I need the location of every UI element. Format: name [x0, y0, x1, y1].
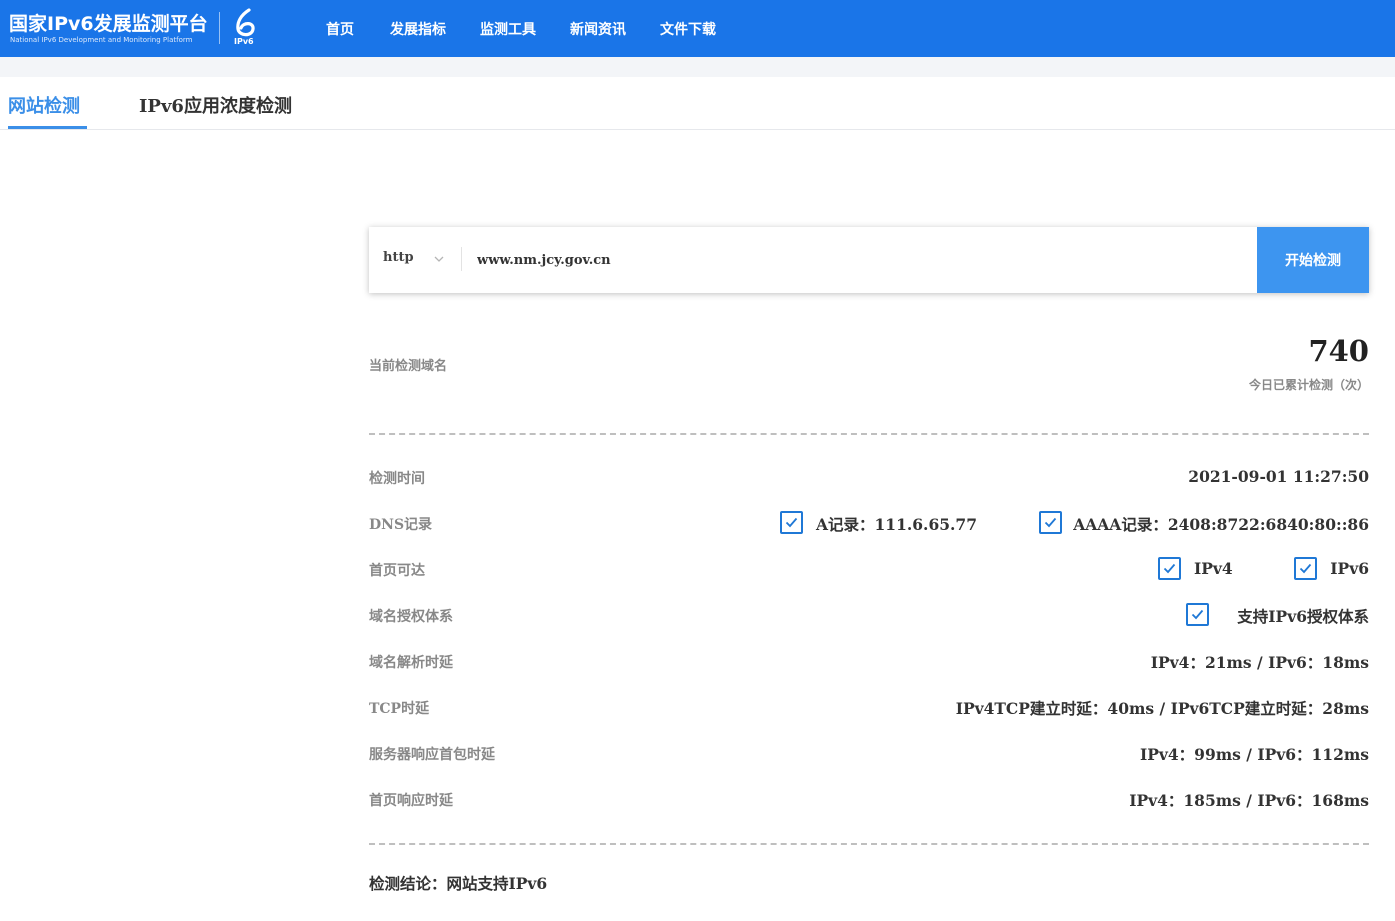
tab-ipv6-app-concentration[interactable]: IPv6应用浓度检测 [139, 92, 292, 118]
result-label: 首页可达 [369, 563, 425, 579]
current-domain-label: 当前检测域名 [369, 359, 448, 374]
result-label: 域名授权体系 [369, 609, 453, 625]
result-label: DNS记录 [369, 517, 433, 533]
check-icon [780, 511, 803, 534]
nav-tools[interactable]: 监测工具 [480, 19, 536, 39]
result-row-dns: DNS记录 A记录：111.6.65.77 AAAA记录：2408:8722:6… [369, 511, 1369, 537]
today-check-count: 740 [1308, 334, 1369, 368]
today-check-count-label: 今日已累计检测（次） [1248, 378, 1369, 392]
start-check-button[interactable]: 开始检测 [1257, 227, 1369, 293]
check-icon [1294, 557, 1317, 580]
search-divider [461, 247, 462, 271]
search-panel: http 开始检测 [369, 227, 1369, 293]
nav-home[interactable]: 首页 [326, 19, 354, 39]
top-navigation-bar: 国家IPv6发展监测平台 National IPv6 Development a… [0, 0, 1395, 57]
result-row-tcp-delay: TCP时延 IPv4TCP建立时延：40ms / IPv6TCP建立时延：28m… [369, 695, 1369, 721]
result-row-auth: 域名授权体系 支持IPv6授权体系 [369, 603, 1369, 629]
tab-website-check[interactable]: 网站检测 [8, 92, 80, 118]
check-icon [1039, 511, 1062, 534]
auth-value: 支持IPv6授权体系 [1237, 607, 1369, 626]
nav-news[interactable]: 新闻资讯 [570, 19, 626, 39]
tool-tabs: 网站检测 IPv6应用浓度检测 [0, 77, 1395, 130]
protocol-select[interactable]: http [383, 250, 414, 265]
result-label: 首页响应时延 [369, 793, 453, 809]
chevron-down-icon[interactable] [433, 254, 445, 264]
active-tab-indicator [8, 126, 87, 129]
reachable-ipv6: IPv6 [1330, 559, 1369, 578]
ipv6-logo-text: IPv6 [234, 37, 254, 46]
dns-a-record: A记录：111.6.65.77 [816, 515, 977, 534]
result-row-first-packet: 服务器响应首包时延 IPv4：99ms / IPv6：112ms [369, 741, 1369, 767]
logo-divider [219, 12, 220, 44]
result-label: 检测时间 [369, 471, 425, 487]
nav-indicators[interactable]: 发展指标 [390, 19, 446, 39]
result-value: IPv4：21ms / IPv6：18ms [1150, 653, 1369, 672]
result-value: IPv4：99ms / IPv6：112ms [1139, 745, 1369, 764]
site-logo-title[interactable]: 国家IPv6发展监测平台 [9, 9, 208, 36]
check-icon [1186, 603, 1209, 626]
dashed-divider-top [369, 433, 1369, 435]
site-logo-subtitle: National IPv6 Development and Monitoring… [10, 36, 193, 44]
result-label: 域名解析时延 [369, 655, 453, 671]
result-value: IPv4TCP建立时延：40ms / IPv6TCP建立时延：28ms [955, 699, 1369, 718]
result-label: TCP时延 [369, 701, 430, 717]
reachable-ipv4: IPv4 [1194, 559, 1233, 578]
result-row-page-delay: 首页响应时延 IPv4：185ms / IPv6：168ms [369, 787, 1369, 813]
result-value: IPv4：185ms / IPv6：168ms [1129, 791, 1369, 810]
dns-aaaa-record: AAAA记录：2408:8722:6840:80::86 [1073, 515, 1369, 534]
header-gap [0, 57, 1395, 77]
result-row-dns-delay: 域名解析时延 IPv4：21ms / IPv6：18ms [369, 649, 1369, 675]
check-icon [1158, 557, 1181, 580]
dashed-divider-bottom [369, 843, 1369, 845]
url-input[interactable] [477, 245, 1237, 275]
result-value: 2021-09-01 11:27:50 [1188, 467, 1369, 486]
nav-downloads[interactable]: 文件下载 [660, 19, 716, 39]
result-row-reachable: 首页可达 IPv4 IPv6 [369, 557, 1369, 583]
check-conclusion: 检测结论：网站支持IPv6 [369, 874, 548, 893]
main-nav: 首页 发展指标 监测工具 新闻资讯 文件下载 [326, 0, 750, 57]
result-row-time: 检测时间 2021-09-01 11:27:50 [369, 465, 1369, 491]
result-label: 服务器响应首包时延 [369, 747, 495, 763]
